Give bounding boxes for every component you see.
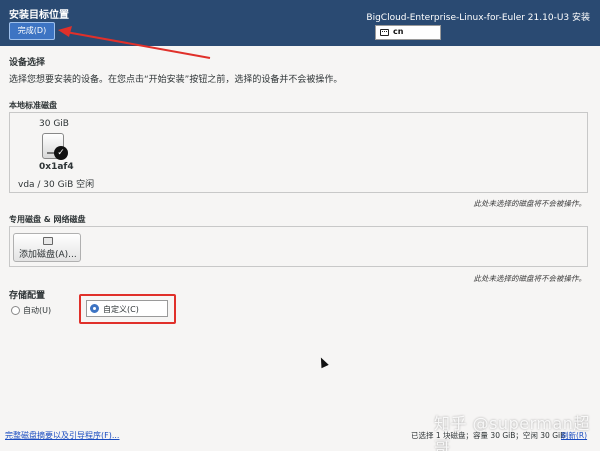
local-disks-title: 本地标准磁盘 (9, 101, 57, 110)
local-disks-note: 此处未选择的磁盘将不会被操作。 (473, 199, 587, 208)
disk-add-icon (43, 237, 53, 245)
keyboard-icon (380, 29, 389, 36)
add-disk-label: 添加磁盘(A)... (19, 250, 77, 260)
keyboard-layout-indicator[interactable]: cn (375, 25, 441, 40)
auto-radio-label: 自动(U) (23, 306, 52, 315)
specialized-disks-title: 专用磁盘 & 网络磁盘 (9, 215, 86, 224)
keyboard-layout-label: cn (393, 27, 404, 36)
device-selection-description: 选择您想要安装的设备。在您点击“开始安装”按钮之前，选择的设备并不会被操作。 (9, 75, 343, 85)
disk-summary-link[interactable]: 完整磁盘摘要以及引导程序(F)... (5, 430, 119, 441)
done-button[interactable]: 完成(D) (9, 22, 55, 40)
auto-radio[interactable] (11, 306, 20, 315)
disk-size: 30 GiB (39, 119, 69, 129)
header-bar: 安装目标位置 完成(D) BigCloud-Enterprise-Linux-f… (0, 0, 600, 46)
storage-config-title: 存储配置 (9, 291, 46, 301)
page-title: 安装目标位置 (9, 10, 69, 21)
disk-info: vda / 30 GiB 空闲 (18, 180, 95, 190)
device-selection-title: 设备选择 (9, 58, 46, 68)
specialized-disks-panel (9, 226, 588, 267)
disk-name: 0x1af4 (39, 162, 74, 172)
refresh-link[interactable]: 刷新(R) (561, 430, 587, 441)
local-disks-panel (9, 112, 588, 193)
checkmark-icon: ✓ (54, 146, 68, 160)
selection-status: 已选择 1 块磁盘；容量 30 GiB；空闲 30 GiB (411, 431, 566, 440)
product-title: BigCloud-Enterprise-Linux-for-Euler 21.1… (366, 13, 590, 23)
add-disk-button[interactable]: 添加磁盘(A)... (13, 233, 81, 262)
specialized-disks-note: 此处未选择的磁盘将不会被操作。 (473, 274, 587, 283)
annotation-highlight-box (79, 294, 176, 324)
mouse-cursor-icon (317, 355, 329, 369)
